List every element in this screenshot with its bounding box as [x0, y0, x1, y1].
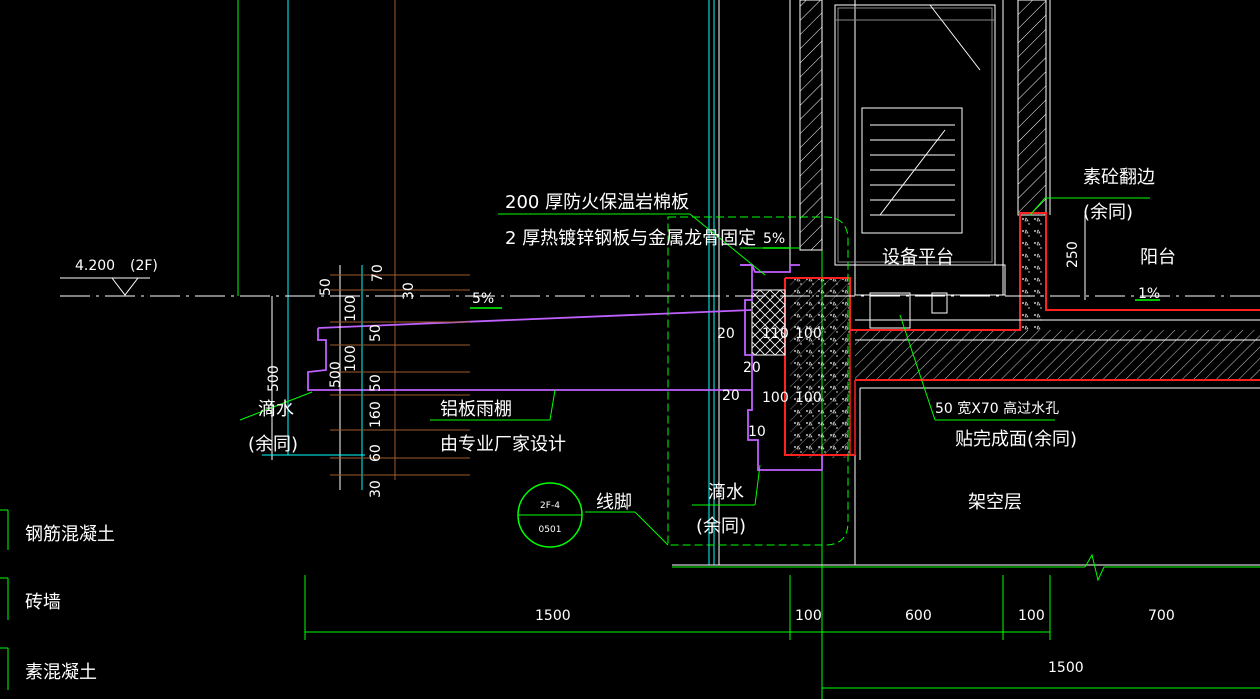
- same-below-label-1: (余同): [1083, 202, 1133, 223]
- dim-100e: 100: [795, 390, 822, 406]
- bottom-dimension-texts: 1500 100 600 100 700 1500: [535, 608, 1175, 676]
- small-dimensions: 70 30 50 100 50 100 500 500 50 160 60 30…: [266, 264, 822, 498]
- dim-20a: 20: [717, 326, 735, 342]
- stilt-floor-label: 架空层: [968, 492, 1022, 513]
- dim-100a: 100: [343, 295, 359, 322]
- same-below-label-2: (余同): [248, 434, 298, 455]
- dim-100b: 100: [343, 345, 359, 372]
- slope-left: 5%: [472, 291, 494, 307]
- dim-30a: 30: [401, 282, 417, 300]
- dim-60: 60: [368, 444, 384, 462]
- detail-ref-bottom: 0501: [539, 525, 562, 535]
- legend-item-plain-concrete: 素混凝土: [25, 662, 97, 683]
- dim-110: 110: [762, 326, 789, 342]
- dim-700: 700: [1148, 608, 1175, 624]
- slope-mid: 5%: [763, 231, 785, 247]
- canopy-designer-label: 由专业厂家设计: [440, 434, 566, 455]
- dim-100d: 100: [762, 390, 789, 406]
- dim-10: 10: [748, 424, 766, 440]
- equipment-platform-label: 设备平台: [882, 247, 954, 268]
- detail-reference-circle: 2F-4 0501: [517, 482, 583, 548]
- dim-50b: 50: [368, 324, 384, 342]
- floor-label: (2F): [130, 258, 158, 274]
- steel-plate-label: 2 厚热镀锌钢板与金属龙骨固定: [505, 228, 756, 249]
- dim-500v: 500: [328, 361, 344, 388]
- same-below-label-3: (余同): [696, 516, 746, 537]
- drip-mid-label: 滴水: [708, 482, 744, 503]
- legend-item-rc: 钢筋混凝土: [25, 524, 115, 545]
- dim-20b: 20: [743, 360, 761, 376]
- balcony-label: 阳台: [1140, 247, 1176, 268]
- drain-hole-label: 50 宽X70 高过水孔: [935, 400, 1059, 417]
- dim-100f: 100: [795, 608, 822, 624]
- dim-50a: 50: [318, 278, 334, 296]
- detail-ref-top: 2F-4: [540, 501, 560, 511]
- dim-70: 70: [370, 264, 386, 282]
- level-value: 4.200: [75, 258, 115, 274]
- insulation-block: [751, 289, 786, 356]
- level-line: [60, 277, 1260, 297]
- concrete-upturn-label: 素砼翻边: [1083, 167, 1155, 188]
- dim-1500a: 1500: [535, 608, 571, 624]
- dim-600: 600: [905, 608, 932, 624]
- cad-drawing: 2F-4 0501 钢筋混凝土 砖墙 素混凝土 4.200 (2F) 200 厚…: [0, 0, 1260, 699]
- dim-20c: 20: [722, 388, 740, 404]
- dim-100c: 100: [795, 326, 822, 342]
- dim-160: 160: [368, 401, 384, 428]
- dim-50c: 50: [368, 374, 384, 392]
- canopy-label: 铝板雨棚: [440, 399, 512, 420]
- baseboard-label: 线脚: [596, 492, 632, 513]
- tile-finish-label: 贴完成面(余同): [955, 429, 1077, 450]
- left-dimension-ladder: [262, 265, 470, 490]
- insulation-label: 200 厚防火保温岩棉板: [505, 192, 689, 213]
- dim-30b: 30: [368, 480, 384, 498]
- dim-250: 250: [1065, 241, 1081, 268]
- floor-slab: [784, 212, 1260, 460]
- dim-1500b: 1500: [1048, 660, 1084, 676]
- dim-100g: 100: [1018, 608, 1045, 624]
- slope-right: 1%: [1138, 286, 1160, 302]
- drip-left-label: 滴水: [258, 399, 294, 420]
- legend: 钢筋混凝土 砖墙 素混凝土: [0, 509, 115, 690]
- bottom-dimension-chain: [304, 575, 1260, 689]
- legend-item-brick: 砖墙: [25, 592, 61, 613]
- dim-500: 500: [266, 365, 282, 392]
